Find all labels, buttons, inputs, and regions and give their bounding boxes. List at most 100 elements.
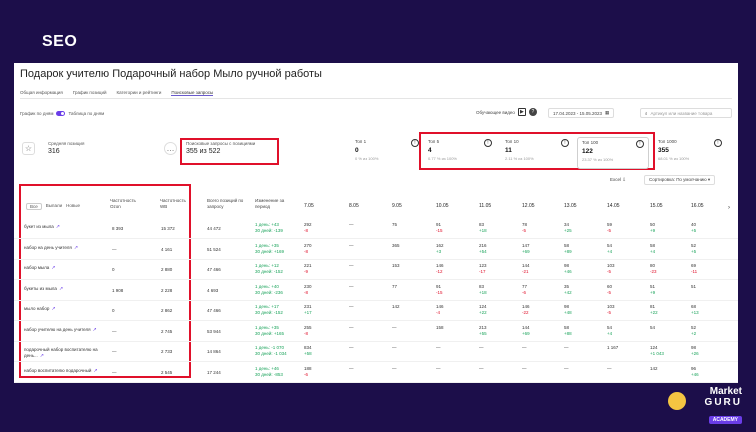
date-header[interactable]: 9.05 [392,203,402,209]
scroll-right-arrow[interactable]: › [728,205,730,211]
position-cell: 144 [522,263,530,268]
change-month-cell: 30 дней: +165 [255,330,285,336]
tab-categories[interactable]: Категории и рейтинги [117,90,162,96]
freq-wb-cell: 2 545 [161,369,173,375]
top5-card[interactable]: Топ 5 4 0.77 % из 100% ! [424,137,496,169]
external-link-icon[interactable]: ↗ [51,306,55,312]
freq-wb-cell: 2 880 [161,267,173,272]
logo-line1: Market [709,386,742,397]
play-icon[interactable]: ▶ [517,108,526,116]
product-panel: Подарок учителю Подарочный набор Мыло ру… [14,63,738,383]
date-header[interactable]: 12.05 [522,203,535,209]
position-delta: -11 [691,269,698,274]
favorite-star-icon[interactable]: ☆ [22,142,35,155]
position-cell: — [392,345,397,350]
top10-sub: 2.11 % из 100% [505,156,534,161]
position-cell: 146 [522,304,530,309]
top100-card[interactable]: Топ 100 122 23.37 % из 100% ! [577,137,649,169]
date-header[interactable]: 15.05 [650,203,663,209]
position-cell: 146 [436,263,444,268]
date-header[interactable]: 7.05 [304,203,314,209]
keyword-text[interactable]: подарочный набор воспитателю на день... [24,347,98,358]
tab-general[interactable]: Общая информация [20,90,63,96]
keyword-text[interactable]: набор воспитателю подарочный [24,368,91,373]
keyword-row[interactable]: букет из мыла ↗ 8 393 15 372 44 472 1 день: +… [14,219,738,239]
keyword-text[interactable]: набор учителю на день учителя [24,327,91,332]
external-link-icon[interactable]: ↗ [56,224,60,230]
keyword-text[interactable]: набор мыла [24,265,49,270]
date-header[interactable]: 13.05 [564,203,577,209]
tab-divider [20,98,732,99]
position-cell: — [436,345,441,350]
tab-positions-chart[interactable]: График позиций [73,90,107,96]
external-link-icon[interactable]: ↗ [93,327,97,333]
position-cell: 34 [564,222,570,227]
keyword-row[interactable]: набор мыла ↗ 0 2 880 47 466 1 день: +12 30 дне… [14,260,738,280]
info-icon[interactable]: ! [636,140,644,148]
position-cell: 162 [436,242,444,248]
change-day-cell: 1 день: +35 [255,242,279,248]
info-icon[interactable]: ! [714,139,722,147]
search-box[interactable]: ⌕ Артикул или название товара [640,108,732,118]
keyword-row[interactable]: набор на день учителя ↗ — 4 161 51 524 1 день… [14,240,738,260]
position-cell: 51 [650,283,656,289]
help-icon[interactable]: ? [528,108,537,116]
excel-export-button[interactable]: Excel ⇩ [610,177,626,183]
total-positions-cell: 47 466 [207,267,221,272]
keyword-cell: набор учителю на день учителя ↗ [24,327,102,334]
position-delta: -22 [522,310,529,315]
keyword-cell: набор мыла ↗ [24,265,102,272]
top10-card[interactable]: Топ 10 11 2.11 % из 100% ! [501,137,573,169]
info-icon[interactable]: ! [561,139,569,147]
top5-sub: 0.77 % из 100% [428,156,457,161]
date-range-value: 17.04.2023 - 15.05.2023 [553,110,603,116]
external-link-icon[interactable]: ↗ [40,353,44,359]
keyword-row[interactable]: мыло набор ↗ 0 2 862 47 466 1 день: +17 30 дне… [14,301,738,321]
position-cell: 98 [564,263,570,268]
video-control: Обучающее видео ▶ ? [476,108,537,116]
position-cell: 77 [522,283,528,289]
top10-num: 11 [505,147,512,154]
keyword-row[interactable]: подарочный набор воспитателю на день... ↗… [14,342,738,362]
calendar-icon: ▦ [605,110,610,115]
total-positions-cell: 17 244 [207,369,221,375]
segment-all[interactable]: Все [26,203,42,210]
segment-dropped[interactable]: Выпали [46,203,62,210]
keyword-text[interactable]: букет из мыла [24,224,54,229]
change-day-cell: 1 день: +40 [255,283,279,289]
date-header[interactable]: 16.05 [691,203,704,209]
date-header[interactable]: 14.05 [607,203,620,209]
position-cell: 158 [436,324,444,330]
keyword-text[interactable]: мыло набор [24,306,49,311]
external-link-icon[interactable]: ↗ [93,368,97,374]
tab-search-queries[interactable]: Поисковые запросы [171,90,214,96]
sort-dropdown[interactable]: Сортировка: По умолчанию ▾ [644,175,716,185]
info-icon[interactable]: ! [411,139,419,147]
keyword-cell: набор на день учителя ↗ [24,245,102,252]
external-link-icon[interactable]: ↗ [74,245,78,251]
top1000-card[interactable]: Топ 1000 355 68.01 % из 100% ! [654,137,726,169]
top100-num: 122 [582,148,593,155]
top1-card[interactable]: Топ 1 0 0 % из 100% ! [351,137,423,169]
date-header[interactable]: 10.05 [436,203,449,209]
position-cell: 40 [691,222,697,227]
view-switch[interactable] [56,111,66,116]
position-delta: +46 [564,269,572,274]
keyword-row[interactable]: букеты из мыла ↗ 1 908 2 228 4 693 1 день: +4… [14,281,738,301]
segment-new[interactable]: Новые [66,203,80,210]
date-header[interactable]: 8.05 [349,203,359,209]
freq-wb-cell: 4 161 [161,246,173,252]
date-header[interactable]: 11.05 [479,203,491,209]
position-delta: +22 [650,310,658,315]
keyword-text[interactable]: букеты из мыла [24,286,57,291]
external-link-icon[interactable]: ↗ [59,286,63,292]
keyword-row[interactable]: набор воспитателю подарочный ↗ — 2 545 17 24… [14,363,738,383]
keyword-text[interactable]: набор на день учителя [24,245,72,250]
keyword-row[interactable]: набор учителю на день учителя ↗ — 2 745 53 9… [14,322,738,342]
position-delta: -5 [607,310,612,315]
external-link-icon[interactable]: ↗ [51,265,55,271]
position-cell: 50 [650,222,656,227]
info-icon[interactable]: ! [484,139,492,147]
top1-sub: 0 % из 100% [355,156,379,161]
date-picker[interactable]: 17.04.2023 - 15.05.2023 ▦ [548,108,615,118]
